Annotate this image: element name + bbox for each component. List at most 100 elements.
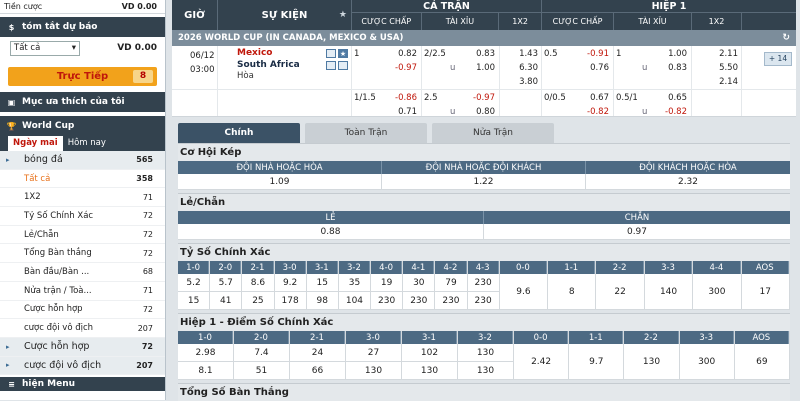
score-odd-draw[interactable]: 9.7 (569, 344, 624, 380)
tab-main[interactable]: Chính (178, 123, 300, 143)
score-odd-home[interactable]: 35 (338, 274, 371, 292)
score-odd-away[interactable]: 130 (346, 362, 401, 380)
odd-2[interactable]: 6.30 (500, 61, 538, 75)
score-odd-home[interactable]: 2.98 (178, 344, 233, 362)
dc-odd-home-draw[interactable]: 1.09 (178, 174, 382, 189)
tv-icon[interactable] (326, 61, 336, 70)
sidebar-item-football[interactable]: ▸ bóng đá 565 (0, 151, 165, 170)
live-button[interactable]: Trực Tiếp 8 (8, 67, 157, 86)
sidebar-item-1x2[interactable]: 1X2 71 (0, 188, 165, 208)
score-odd-home[interactable]: 8.6 (242, 274, 274, 292)
score-odd-away[interactable]: 25 (242, 292, 274, 310)
favorite-star-icon[interactable]: ★ (338, 49, 348, 58)
odd-h1-hcap-away-2[interactable]: -0.82 (572, 105, 609, 119)
odd-hcap-away[interactable]: -0.97 (382, 61, 417, 75)
score-odd-away[interactable]: 15 (178, 292, 210, 310)
score-odd-away[interactable]: 230 (371, 292, 403, 310)
odd-over-2[interactable]: -0.97 (464, 91, 495, 105)
dc-odd-home-away[interactable]: 1.22 (382, 174, 586, 189)
score-odd-draw[interactable]: 8 (548, 274, 596, 310)
score-odd-home[interactable]: 30 (403, 274, 435, 292)
score-odd-away[interactable]: 178 (274, 292, 306, 310)
info-icon[interactable] (338, 61, 348, 70)
score-odd-draw[interactable]: 130 (624, 344, 679, 380)
summary-header[interactable]: $ tóm tắt dự báo (0, 17, 165, 37)
score-odd-draw[interactable]: 69 (734, 344, 789, 380)
oe-even-value[interactable]: 0.97 (484, 224, 790, 239)
odd-h1-under[interactable]: 0.83 (656, 61, 687, 75)
filter-select[interactable]: Tất cả ▾ (10, 40, 80, 56)
score-odd-home[interactable]: 130 (458, 344, 513, 362)
odd-hcap-away-2[interactable]: 0.71 (382, 105, 417, 119)
odd-h1-hcap-away[interactable]: 0.76 (572, 61, 609, 75)
sidebar-item-odd-even[interactable]: Lẻ/Chẵn 72 (0, 226, 165, 245)
score-odd-draw[interactable]: 140 (644, 274, 693, 310)
score-odd-draw[interactable]: 300 (693, 274, 741, 310)
odd-h1-1[interactable]: 2.11 (692, 47, 738, 61)
sidebar-item-parlay-cat[interactable]: ▸ Cược hỗn hợp 72 (0, 337, 165, 357)
stats-icon[interactable] (326, 49, 336, 58)
refresh-icon[interactable]: ↻ (782, 33, 790, 43)
sidebar-item-correct-score[interactable]: Tỷ Số Chính Xác 72 (0, 207, 165, 226)
score-odd-home[interactable]: 15 (306, 274, 338, 292)
score-odd-draw[interactable]: 22 (596, 274, 644, 310)
score-odd-away[interactable]: 98 (306, 292, 338, 310)
score-odd-away[interactable]: 41 (210, 292, 242, 310)
favorites-header[interactable]: ▣ Mục ưa thích của tôi (0, 92, 165, 112)
score-odd-away[interactable]: 66 (290, 362, 345, 380)
worldcup-header[interactable]: 🏆 World Cup (0, 116, 165, 136)
sidebar-item-half-full[interactable]: Nửa trận / Toà... 71 (0, 282, 165, 301)
score-odd-home[interactable]: 102 (402, 344, 457, 362)
score-odd-draw[interactable]: 9.6 (499, 274, 548, 310)
score-odd-home[interactable]: 5.7 (210, 274, 242, 292)
dc-odd-away-draw[interactable]: 2.32 (586, 174, 790, 189)
odd-h1-x[interactable]: 2.14 (692, 75, 738, 89)
score-odd-draw[interactable]: 300 (679, 344, 734, 380)
odd-under-2[interactable]: 0.80 (464, 105, 495, 119)
league-bar[interactable]: 2026 WORLD CUP (IN CANADA, MEXICO & USA)… (172, 30, 796, 46)
odd-h1-hcap-home-2[interactable]: 0.67 (572, 91, 609, 105)
odd-h1-hcap-home[interactable]: -0.91 (572, 47, 609, 61)
odd-x[interactable]: 3.80 (500, 75, 538, 89)
tab-tomorrow[interactable]: Ngày mai (8, 136, 63, 151)
score-odd-away[interactable]: 230 (435, 292, 467, 310)
odd-h1-under-2[interactable]: -0.82 (656, 105, 687, 119)
tab-full-match[interactable]: Toàn Trận (305, 123, 427, 143)
score-odd-away[interactable]: 130 (402, 362, 457, 380)
score-odd-home[interactable]: 230 (467, 274, 499, 292)
score-odd-away[interactable]: 230 (403, 292, 435, 310)
tab-today[interactable]: Hôm nay (63, 136, 111, 151)
more-markets-badge[interactable]: + 14 (764, 52, 792, 66)
score-odd-home[interactable]: 5.2 (178, 274, 210, 292)
menu-header[interactable]: ≡ hiện Menu (0, 377, 165, 392)
score-odd-home[interactable]: 9.2 (274, 274, 306, 292)
score-odd-away[interactable]: 230 (467, 292, 499, 310)
score-odd-home[interactable]: 19 (371, 274, 403, 292)
score-odd-draw[interactable]: 2.42 (514, 344, 569, 380)
tab-half-match[interactable]: Nửa Trận (432, 123, 554, 143)
odd-over[interactable]: 0.83 (464, 47, 495, 61)
odd-under[interactable]: 1.00 (464, 61, 495, 75)
score-odd-away[interactable]: 104 (338, 292, 371, 310)
oe-odd-value[interactable]: 0.88 (178, 224, 484, 239)
sidebar-item-first-goal[interactable]: Bàn đầu/Bàn ... 68 (0, 263, 165, 282)
odd-hcap-home[interactable]: 0.82 (382, 47, 417, 61)
odd-h1-2[interactable]: 5.50 (692, 61, 738, 75)
score-odd-draw[interactable]: 17 (741, 274, 789, 310)
score-odd-home[interactable]: 24 (290, 344, 345, 362)
score-odd-home[interactable]: 7.4 (234, 344, 289, 362)
score-odd-home[interactable]: 79 (435, 274, 467, 292)
score-odd-away[interactable]: 130 (458, 362, 513, 380)
odd-h1-over[interactable]: 1.00 (656, 47, 687, 61)
sidebar-item-parlay[interactable]: Cược hỗn hợp 72 (0, 301, 165, 320)
score-odd-home[interactable]: 27 (346, 344, 401, 362)
sidebar-item-outright-cat[interactable]: ▸ cược đội vô địch 207 (0, 356, 165, 376)
odd-hcap-home-2[interactable]: -0.86 (382, 91, 417, 105)
sidebar-item-outright[interactable]: cược đội vô địch 207 (0, 319, 165, 338)
score-odd-away[interactable]: 8.1 (178, 362, 233, 380)
odd-h1-over-2[interactable]: 0.65 (656, 91, 687, 105)
odd-1[interactable]: 1.43 (500, 47, 538, 61)
sidebar-item-all[interactable]: Tất cả 358 (0, 170, 165, 189)
star-icon[interactable]: ★ (339, 10, 347, 20)
score-odd-away[interactable]: 51 (234, 362, 289, 380)
